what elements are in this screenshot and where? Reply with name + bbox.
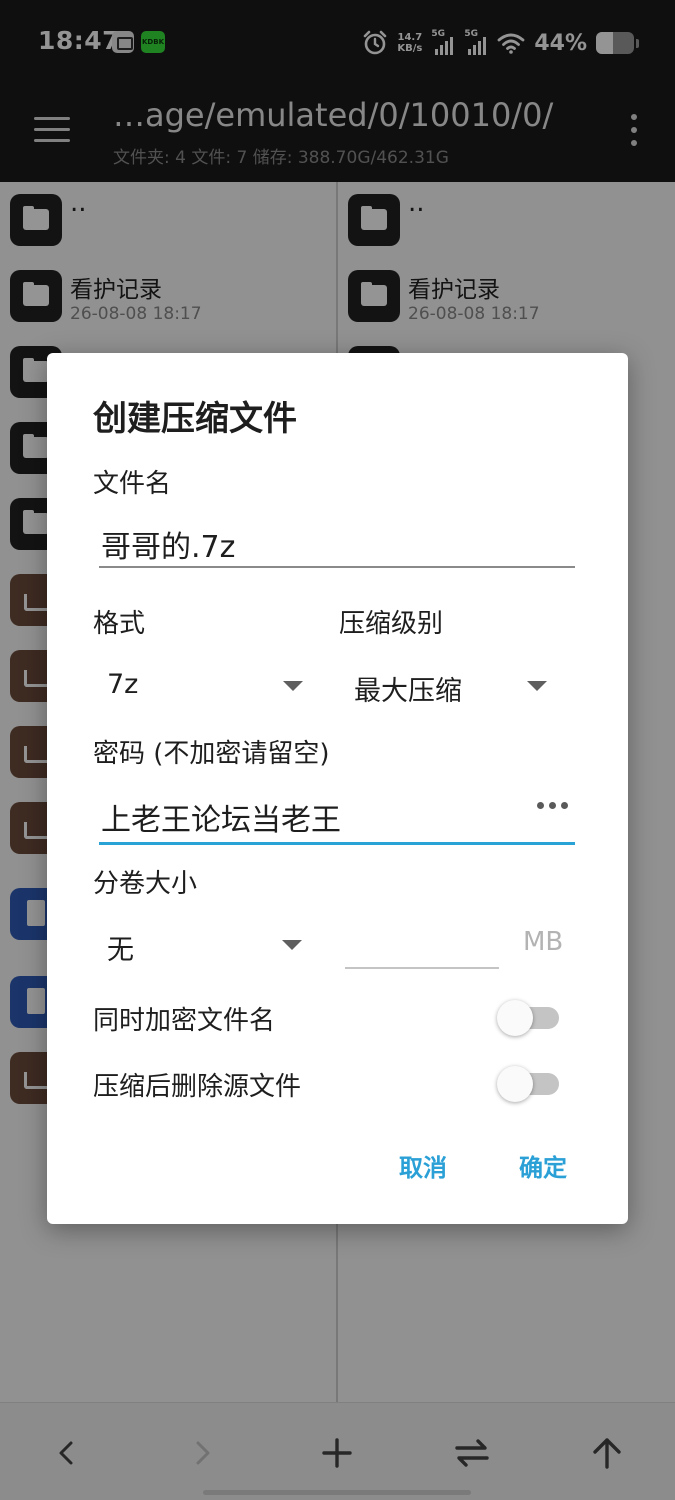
delete-source-label: 压缩后删除源文件 (93, 1072, 302, 1102)
dialog-title: 创建压缩文件 (93, 399, 297, 439)
password-visibility-icon[interactable] (537, 799, 569, 811)
chevron-down-icon (282, 940, 302, 950)
format-label: 格式 (93, 609, 146, 639)
chevron-down-icon (283, 681, 303, 691)
volume-size-dropdown[interactable]: 无 (93, 920, 313, 970)
chevron-down-icon (527, 681, 547, 691)
password-label: 密码 (不加密请留空) (93, 739, 330, 769)
filename-field[interactable]: 哥哥的.7z (99, 508, 575, 568)
encrypt-filenames-label: 同时加密文件名 (93, 1006, 276, 1036)
filename-label: 文件名 (93, 469, 172, 499)
ok-button[interactable]: 确定 (519, 1148, 567, 1183)
volume-unit: MB (523, 927, 564, 957)
delete-source-toggle[interactable] (497, 1062, 563, 1104)
encrypt-filenames-toggle[interactable] (497, 996, 563, 1038)
volume-size-label: 分卷大小 (93, 869, 198, 899)
password-field[interactable]: 上老王论坛当老王 (99, 783, 575, 845)
compression-level-label: 压缩级别 (339, 609, 444, 639)
format-dropdown[interactable]: 7z (93, 661, 313, 711)
volume-size-input[interactable] (345, 923, 499, 969)
cancel-button[interactable]: 取消 (399, 1148, 447, 1183)
gesture-bar (203, 1490, 471, 1495)
create-archive-dialog: 创建压缩文件 文件名 哥哥的.7z 格式 压缩级别 7z 最大压缩 密码 (不加… (47, 353, 628, 1224)
compression-level-dropdown[interactable]: 最大压缩 (340, 661, 560, 711)
